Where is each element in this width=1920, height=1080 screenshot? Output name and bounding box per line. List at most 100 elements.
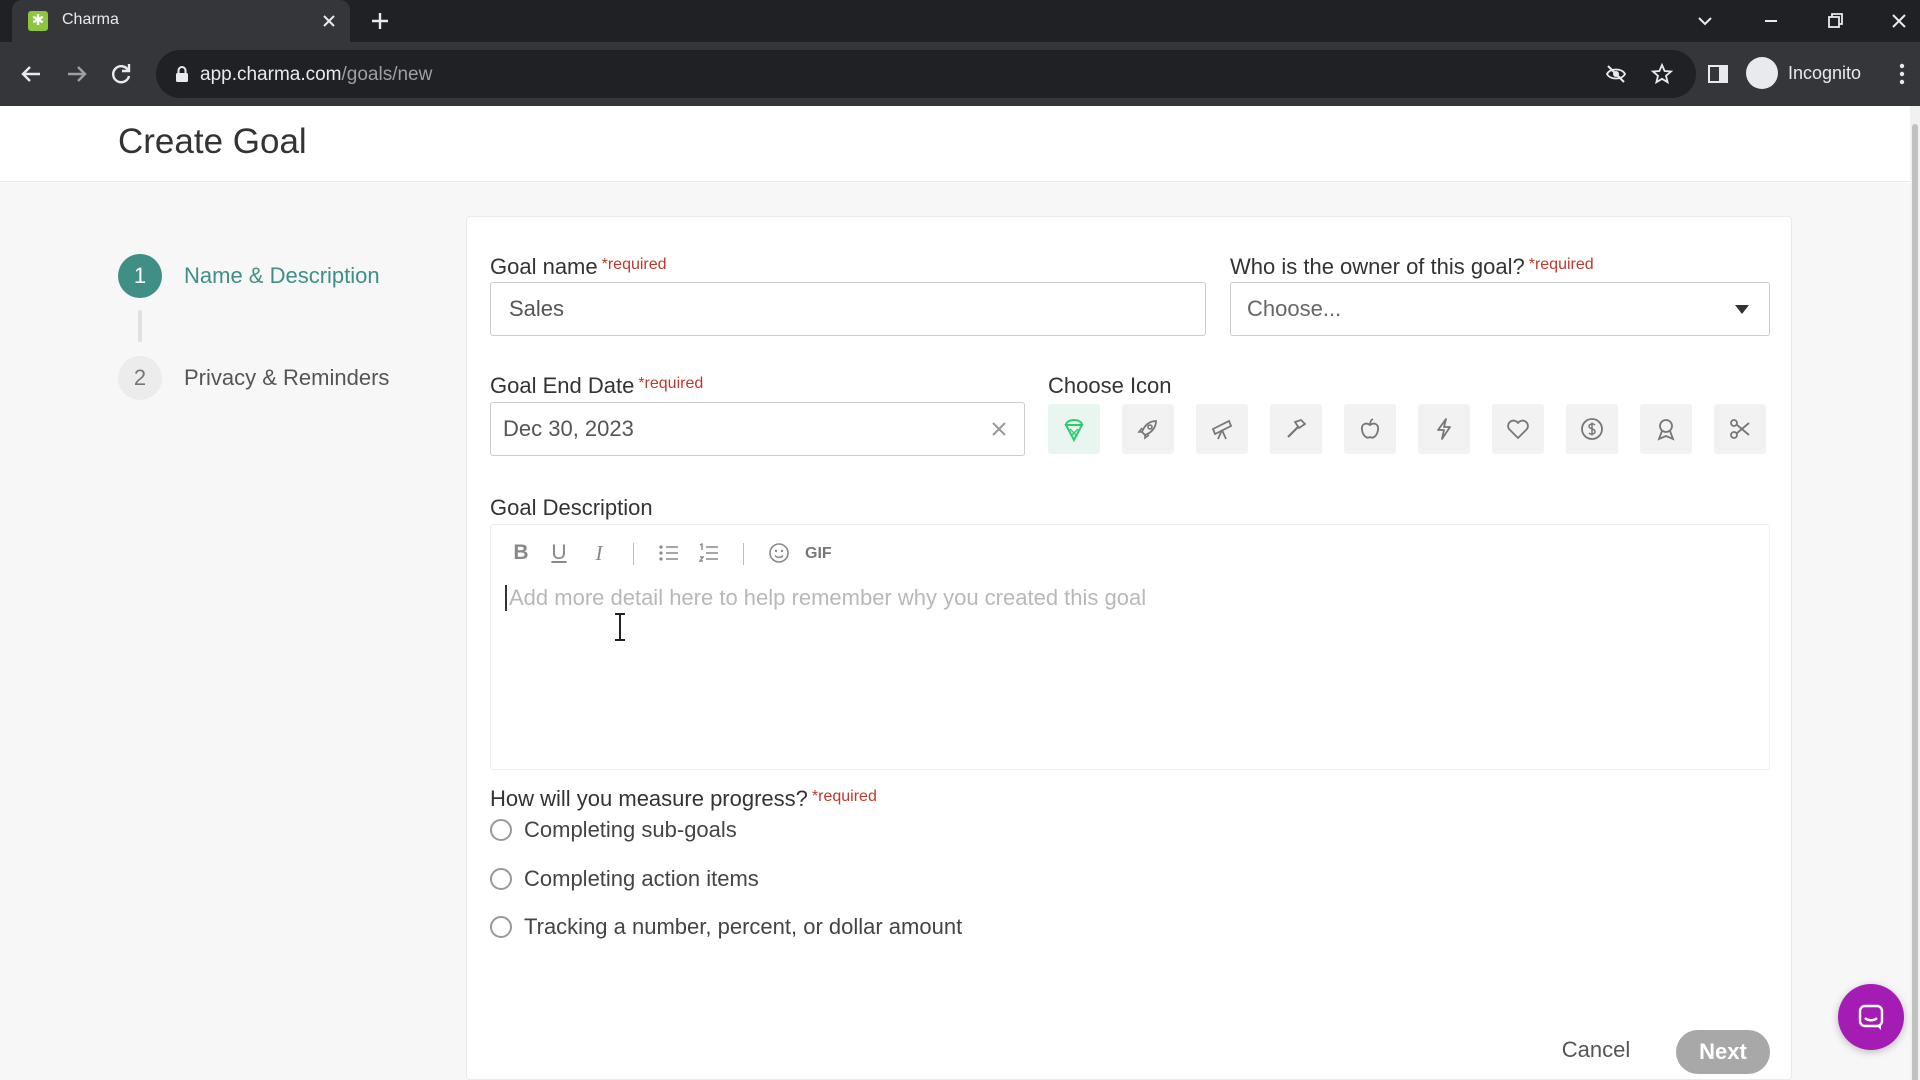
step-connector: [138, 310, 142, 342]
browser-menu-icon[interactable]: [1892, 62, 1912, 86]
icon-option-lightning[interactable]: [1418, 404, 1470, 454]
radio-tracking-number[interactable]: [490, 916, 512, 938]
telescope-icon: [1211, 419, 1233, 440]
apple-icon: [1360, 418, 1380, 439]
lock-icon[interactable]: [172, 64, 192, 84]
icon-option-heart[interactable]: [1492, 404, 1544, 454]
italic-icon[interactable]: I: [587, 541, 611, 565]
charma-favicon-icon: ✱: [28, 11, 48, 31]
gif-button[interactable]: GIF: [805, 545, 832, 563]
medal-icon: [1657, 419, 1675, 441]
scissors-icon: [1730, 419, 1750, 439]
incognito-label: Incognito: [1788, 62, 1862, 83]
chat-launcher-button[interactable]: [1838, 984, 1904, 1050]
url-host: app.charma.com: [200, 64, 342, 85]
incognito-profile[interactable]: Incognito: [1746, 54, 1861, 92]
icon-option-scissors[interactable]: [1714, 404, 1766, 454]
end-date-value: Dec 30, 2023: [503, 416, 634, 441]
tab-title: Charma: [62, 11, 119, 28]
close-window-icon[interactable]: [1884, 6, 1914, 36]
radio-sub-goals[interactable]: [490, 819, 512, 841]
owner-select-value: Choose...: [1247, 296, 1342, 321]
required-marker: *required: [601, 256, 667, 273]
clear-date-icon[interactable]: [988, 418, 1010, 440]
goal-name-label-text: Goal name: [490, 254, 598, 279]
side-panel-icon[interactable]: [1706, 62, 1730, 86]
numbered-list-icon[interactable]: [697, 541, 721, 565]
lightning-icon: [1437, 418, 1451, 440]
toolbar-divider: [633, 543, 634, 565]
step-label: Privacy & Reminders: [184, 365, 390, 390]
step-number: 1: [118, 254, 162, 298]
description-label: Goal Description: [490, 495, 653, 520]
forward-icon[interactable]: [62, 59, 92, 89]
tab-search-icon[interactable]: [1690, 6, 1720, 36]
scrollbar-thumb[interactable]: [1912, 124, 1918, 1080]
radio-label-action-items[interactable]: Completing action items: [524, 866, 759, 892]
step-label: Name & Description: [184, 263, 380, 288]
url-path: /goals/new: [341, 64, 433, 85]
icon-option-apple[interactable]: [1344, 404, 1396, 454]
icon-option-medal[interactable]: [1640, 404, 1692, 454]
required-marker: *required: [1528, 256, 1594, 273]
dollar-coin-icon: [1581, 418, 1603, 440]
radio-action-items[interactable]: [490, 868, 512, 890]
rocket-icon: [1137, 420, 1157, 440]
end-date-label: Goal End Date *required: [490, 373, 703, 399]
end-date-label-text: Goal End Date: [490, 373, 635, 398]
radio-label-sub-goals[interactable]: Completing sub-goals: [524, 817, 737, 843]
restore-icon[interactable]: [1820, 6, 1850, 36]
choose-icon-label: Choose Icon: [1048, 373, 1172, 398]
description-editor[interactable]: B U I GIF Add more detail here to help r…: [490, 524, 1770, 770]
bold-icon[interactable]: B: [509, 541, 533, 565]
ice-cream-icon: [1064, 419, 1084, 442]
bookmark-star-icon[interactable]: [1650, 62, 1674, 86]
emoji-icon[interactable]: [767, 541, 791, 565]
reload-icon[interactable]: [106, 59, 136, 89]
browser-tab-bar: ✱ Charma: [0, 0, 1920, 42]
close-tab-icon[interactable]: [318, 10, 340, 32]
step-number: 2: [118, 356, 162, 400]
dropdown-caret-icon: [1735, 305, 1749, 314]
eye-off-icon[interactable]: [1604, 62, 1628, 86]
radio-label-tracking-number[interactable]: Tracking a number, percent, or dollar am…: [524, 914, 962, 940]
step-privacy-reminders[interactable]: 2 Privacy & Reminders: [118, 356, 389, 400]
hammer-icon: [1287, 418, 1307, 438]
goal-name-label: Goal name *required: [490, 254, 667, 280]
step-name-description[interactable]: 1 Name & Description: [118, 254, 380, 298]
icon-option-dollar-coin[interactable]: [1566, 404, 1618, 454]
icon-option-hammer[interactable]: [1270, 404, 1322, 454]
owner-label-text: Who is the owner of this goal?: [1230, 254, 1525, 279]
required-marker: *required: [638, 375, 704, 392]
owner-label: Who is the owner of this goal? *required: [1230, 254, 1594, 280]
incognito-icon: [1746, 57, 1778, 89]
description-placeholder: Add more detail here to help remember wh…: [505, 585, 1146, 611]
goal-name-input[interactable]: Sales: [490, 282, 1206, 336]
address-bar[interactable]: app.charma.com/goals/new: [156, 50, 1696, 98]
minimize-icon[interactable]: [1756, 6, 1786, 36]
text-cursor-icon: [615, 613, 625, 641]
progress-label: How will you measure progress? *required: [490, 786, 877, 812]
end-date-input[interactable]: Dec 30, 2023: [490, 402, 1025, 456]
owner-select[interactable]: Choose...: [1230, 282, 1770, 336]
app-header: Create Goal: [0, 106, 1910, 182]
chat-icon: [1858, 1004, 1884, 1030]
icon-option-ice-cream[interactable]: [1048, 404, 1100, 454]
cancel-button[interactable]: Cancel: [1548, 1028, 1644, 1072]
new-tab-icon[interactable]: [368, 9, 392, 33]
bullet-list-icon[interactable]: [657, 541, 681, 565]
heart-icon: [1507, 419, 1529, 439]
icon-option-telescope[interactable]: [1196, 404, 1248, 454]
icon-option-rocket[interactable]: [1122, 404, 1174, 454]
url-text[interactable]: app.charma.com/goals/new: [200, 64, 432, 86]
progress-label-text: How will you measure progress?: [490, 786, 808, 811]
page-scrollbar[interactable]: [1910, 106, 1920, 1080]
next-button[interactable]: Next: [1676, 1030, 1770, 1074]
underline-icon[interactable]: U: [547, 541, 571, 565]
page-title: Create Goal: [118, 122, 307, 161]
browser-toolbar: app.charma.com/goals/new Incognito: [0, 42, 1920, 106]
back-icon[interactable]: [16, 59, 46, 89]
toolbar-divider: [743, 543, 744, 565]
browser-tab[interactable]: ✱ Charma: [12, 0, 350, 42]
required-marker: *required: [811, 788, 877, 805]
